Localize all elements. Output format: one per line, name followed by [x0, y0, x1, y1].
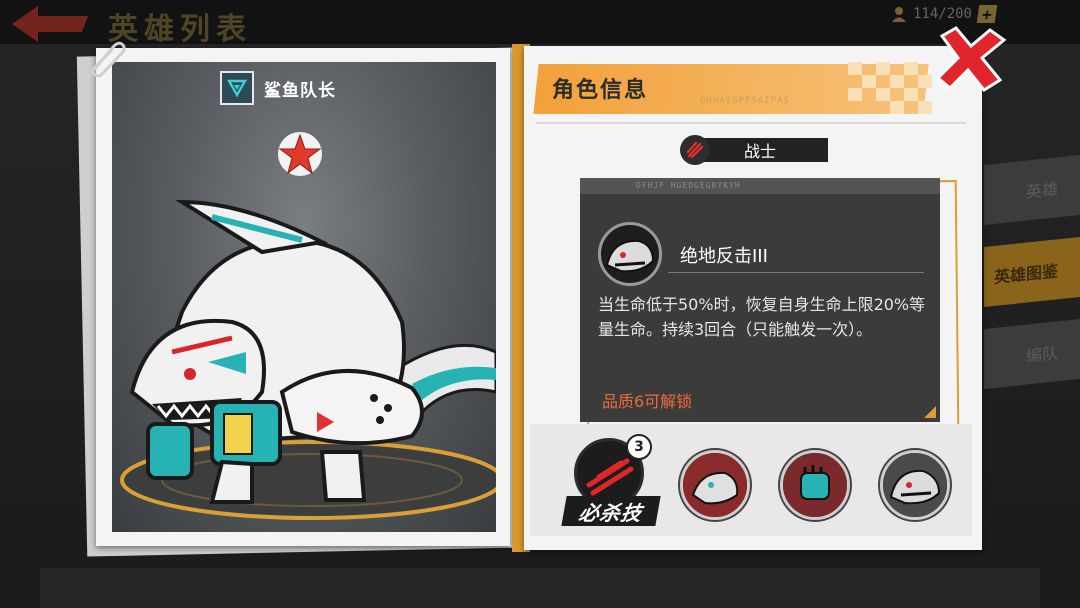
hero-name-row: 鲨鱼队长 — [220, 71, 336, 105]
skill-header-code: DFHJF HGEDGEGRYKYH — [580, 178, 940, 194]
shark-captain-sprite — [120, 199, 496, 520]
checker-pattern-icon — [848, 62, 932, 114]
skills-bar: 3 必杀技 — [530, 424, 972, 536]
hero-art: 鲨鱼队长 — [112, 62, 496, 532]
shark-skill-icon — [598, 222, 662, 286]
role-tag: 战士 — [680, 135, 828, 165]
skill-description: 当生命低于50%时，恢复自身生命上限20%等量生命。持续3回合（只能触发一次）。 — [598, 295, 926, 339]
character-info-subtitle: GHHASSPFSAIPAS — [700, 96, 790, 106]
panel-corner-mark — [924, 406, 936, 418]
header-divider — [536, 122, 966, 124]
skill-name: 绝地反击III — [680, 246, 768, 267]
fist-skill-icon[interactable] — [780, 450, 850, 520]
close-x-icon[interactable] — [934, 26, 1008, 92]
character-info-title: 角色信息 — [552, 78, 649, 103]
hero-name: 鲨鱼队长 — [264, 80, 336, 101]
character-info-card: 角色信息 GHHASSPFSAIPAS 战士 DFHJF HGEDGEGRYKY… — [524, 46, 982, 550]
shark-portrait-skill-icon[interactable] — [880, 450, 950, 520]
paperclip-icon — [91, 41, 126, 78]
ultimate-skill-button[interactable]: 3 必杀技 — [561, 434, 664, 534]
warrior-claw-icon — [680, 135, 710, 165]
skill-name-underline — [668, 272, 924, 273]
hero-portrait-card: 鲨鱼队长 — [96, 48, 510, 546]
ultimate-level-badge: 3 — [626, 434, 652, 460]
ultimate-label: 必杀技 — [561, 496, 661, 526]
skill-tooltip: DFHJF HGEDGEGRYKYH 绝地反击III 当生命低于50%时，恢复自… — [580, 178, 940, 422]
shark-head-skill-icon[interactable] — [680, 450, 750, 520]
skill-unlock-requirement: 品质6可解锁 — [602, 392, 693, 411]
shield-v-icon — [220, 71, 254, 105]
role-label: 战士 — [704, 138, 828, 162]
